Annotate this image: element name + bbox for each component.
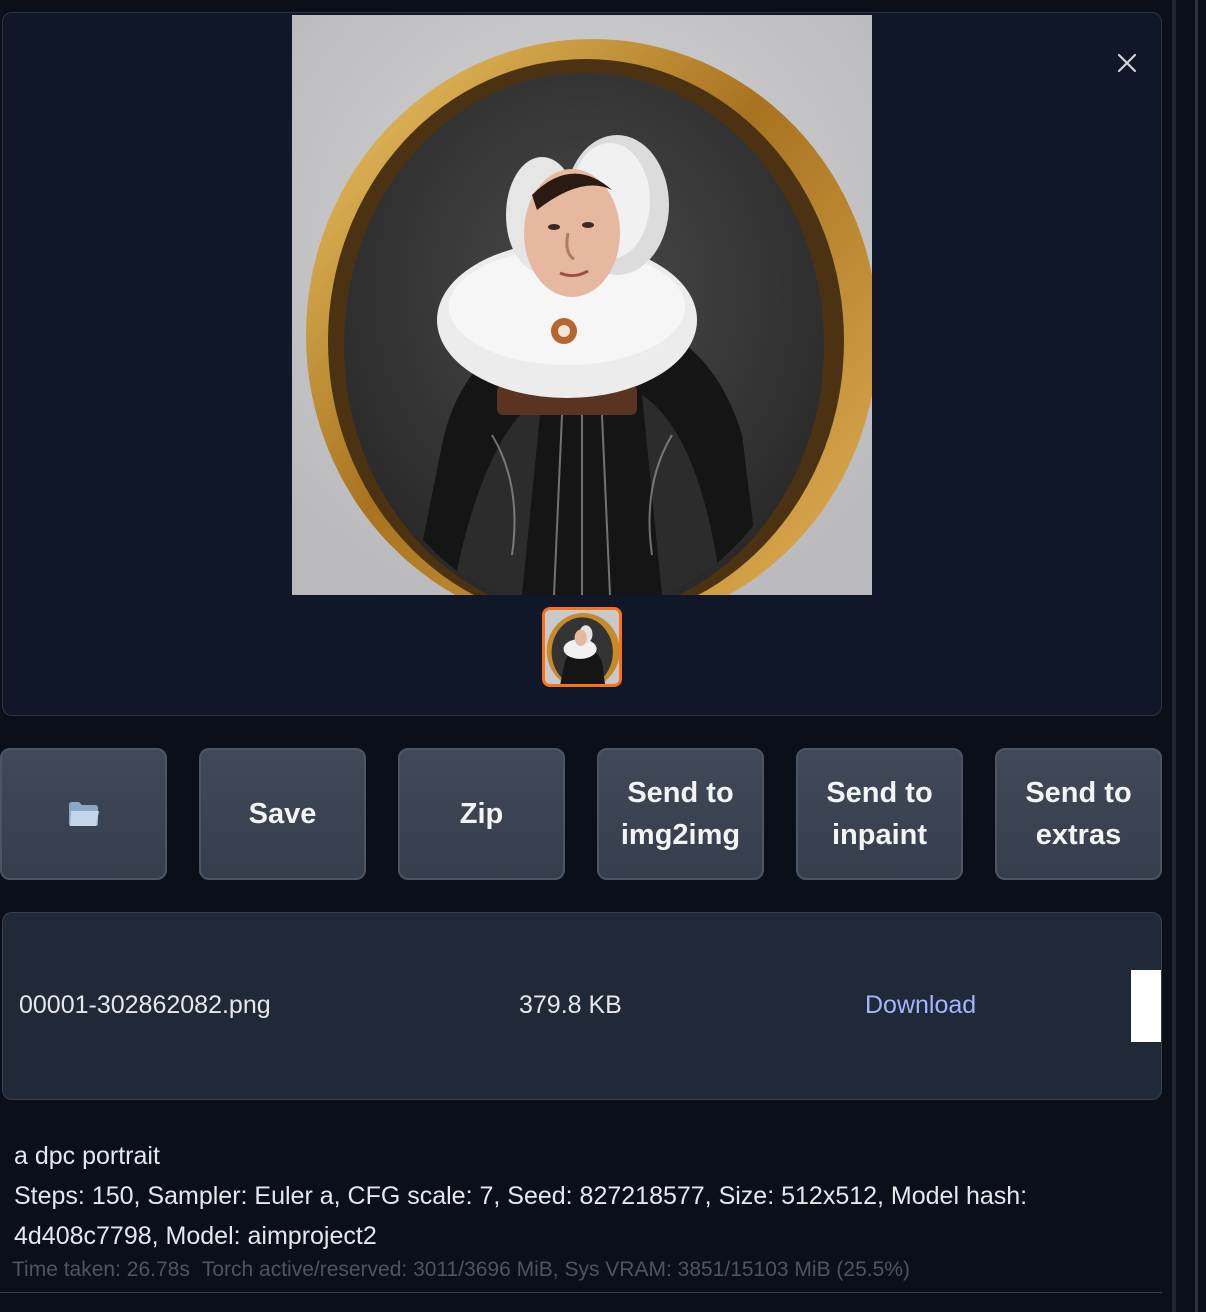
folder-icon: [68, 802, 99, 826]
file-size: 379.8 KB: [519, 991, 622, 1019]
image-gallery: [2, 12, 1162, 716]
send-to-inpaint-button[interactable]: Send to inpaint: [796, 748, 963, 880]
gallery-thumbnail[interactable]: [542, 607, 622, 687]
download-file-panel: 00001-302862082.png 379.8 KB Download: [2, 912, 1162, 1100]
page-scrollbar[interactable]: [1176, 0, 1206, 1312]
file-name: 00001-302862082.png: [19, 991, 271, 1019]
prompt-text: a dpc portrait: [14, 1142, 160, 1170]
send-to-extras-button[interactable]: Send to extras: [995, 748, 1162, 880]
close-icon: [1117, 53, 1137, 73]
file-panel-scrollbar[interactable]: [1131, 970, 1161, 1042]
memory-usage: Torch active/reserved: 3011/3696 MiB, Sy…: [201, 1258, 910, 1281]
thumbnail-image-art: [545, 610, 619, 684]
download-link[interactable]: Download: [865, 991, 976, 1020]
close-gallery-button[interactable]: [1109, 45, 1145, 81]
action-button-row: Save Zip Send to img2img Send to inpaint…: [0, 748, 1162, 880]
generation-params: Steps: 150, Sampler: Euler a, CFG scale:…: [14, 1182, 1028, 1250]
open-folder-button[interactable]: [0, 748, 167, 880]
zip-button[interactable]: Zip: [398, 748, 565, 880]
generated-image[interactable]: [292, 15, 872, 595]
portrait-image-art: [292, 15, 872, 595]
divider: [0, 1292, 1162, 1293]
performance-info: Time taken: 26.78s Torch active/reserved:…: [12, 1258, 1162, 1282]
save-button[interactable]: Save: [199, 748, 366, 880]
time-taken: Time taken: 26.78s: [12, 1258, 190, 1281]
send-to-img2img-button[interactable]: Send to img2img: [597, 748, 764, 880]
generation-info: a dpc portrait Steps: 150, Sampler: Eule…: [14, 1136, 1154, 1256]
scrollbar-thumb[interactable]: [1195, 0, 1198, 1312]
